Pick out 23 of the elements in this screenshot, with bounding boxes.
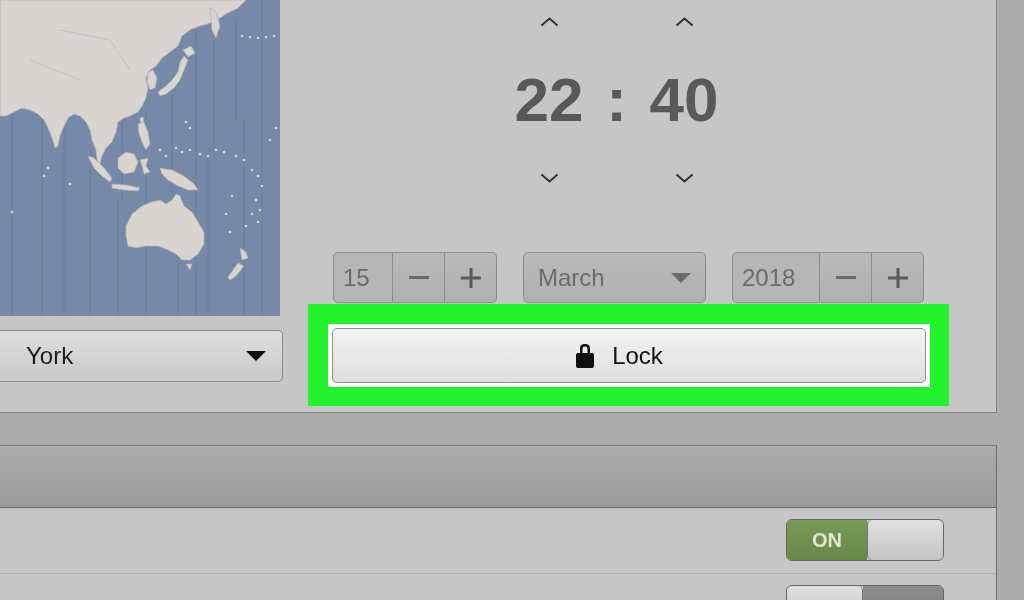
chevron-down-icon[interactable] xyxy=(539,172,559,183)
minute-value: 40 xyxy=(649,64,719,136)
timezone-dropdown[interactable]: York xyxy=(0,330,283,382)
time-separator: : xyxy=(606,64,627,136)
chevron-down-icon[interactable] xyxy=(674,172,694,183)
caret-icon xyxy=(671,272,691,283)
hour-value: 22 xyxy=(514,64,584,136)
switch-knob[interactable] xyxy=(867,520,943,560)
caret-icon xyxy=(246,351,266,361)
lock-button[interactable]: Lock xyxy=(332,328,926,383)
chevron-up-icon[interactable] xyxy=(674,17,694,27)
decrement-button[interactable] xyxy=(820,252,872,303)
plus-icon xyxy=(460,267,481,288)
minus-icon xyxy=(835,276,856,279)
plus-icon xyxy=(887,267,908,288)
toggle-switch[interactable]: ON xyxy=(786,519,944,561)
minus-icon xyxy=(408,276,429,279)
lock-icon xyxy=(575,343,596,368)
chevron-up-icon[interactable] xyxy=(539,17,559,27)
decrement-button[interactable] xyxy=(393,252,445,303)
increment-button[interactable] xyxy=(445,252,497,303)
increment-button[interactable] xyxy=(872,252,924,303)
world-map[interactable] xyxy=(0,0,280,316)
